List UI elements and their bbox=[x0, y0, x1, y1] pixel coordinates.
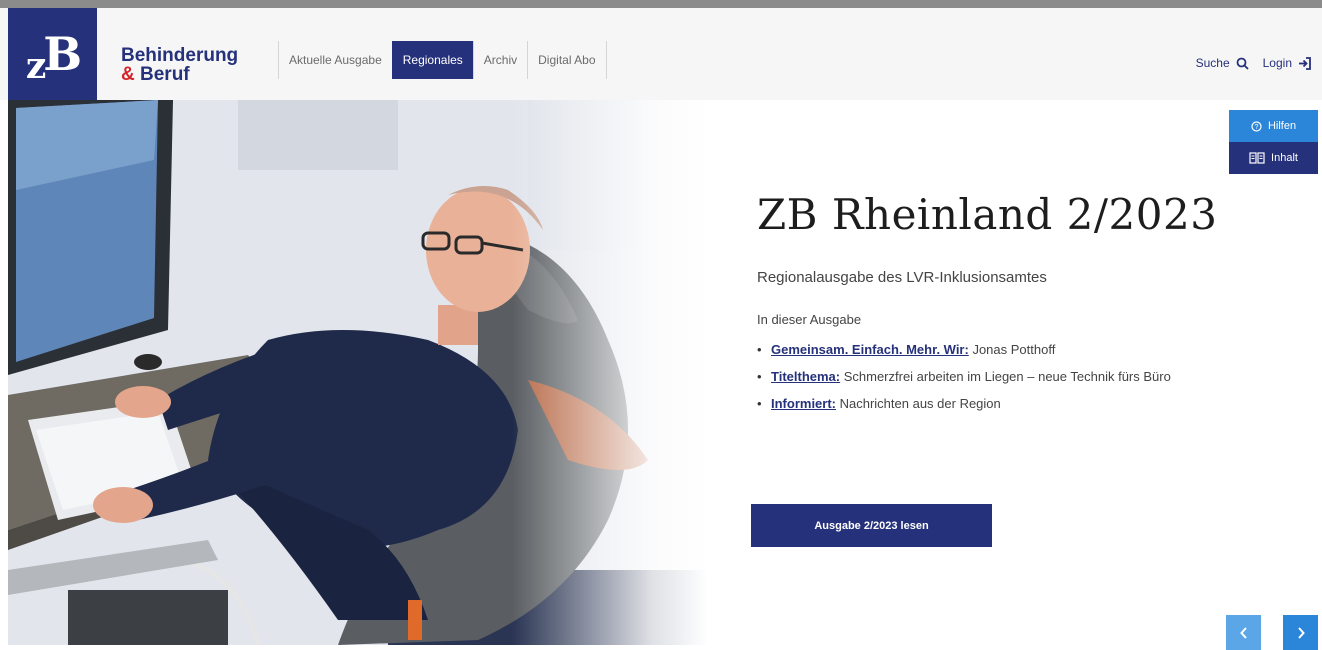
contents-link-gemeinsam[interactable]: Gemeinsam. Einfach. Mehr. Wir: bbox=[771, 342, 969, 357]
nav-item-archiv[interactable]: Archiv bbox=[472, 41, 527, 79]
issue-contents-list: Gemeinsam. Einfach. Mehr. Wir: Jonas Pot… bbox=[757, 341, 1237, 412]
search-button[interactable]: Suche bbox=[1196, 56, 1249, 70]
book-icon bbox=[1249, 152, 1265, 164]
contents-link-informiert[interactable]: Informiert: bbox=[771, 396, 836, 411]
nav-item-regionales[interactable]: Regionales bbox=[391, 41, 473, 79]
hilfen-button[interactable]: ? Hilfen bbox=[1229, 110, 1318, 142]
top-rule bbox=[0, 0, 1322, 8]
logo-text: zB bbox=[25, 27, 82, 87]
list-item: Titelthema: Schmerzfrei arbeiten im Lieg… bbox=[757, 368, 1207, 385]
read-issue-button[interactable]: Ausgabe 2/2023 lesen bbox=[751, 504, 992, 547]
brand-line-2: & Beruf bbox=[121, 65, 238, 84]
zb-logo[interactable]: zB bbox=[8, 8, 97, 100]
chevron-right-icon bbox=[1297, 626, 1305, 639]
header-tools: Suche Login bbox=[1196, 56, 1312, 70]
inhalt-label: Inhalt bbox=[1271, 152, 1298, 164]
list-item: Gemeinsam. Einfach. Mehr. Wir: Jonas Pot… bbox=[757, 341, 1207, 358]
list-item: Informiert: Nachrichten aus der Region bbox=[757, 395, 1207, 412]
login-icon bbox=[1299, 56, 1311, 70]
nav-item-aktuelle-ausgabe[interactable]: Aktuelle Ausgabe bbox=[278, 41, 392, 79]
list-item-text: Jonas Potthoff bbox=[968, 342, 1056, 357]
chevron-left-icon bbox=[1239, 626, 1247, 639]
contents-link-titelthema[interactable]: Titelthema: bbox=[771, 369, 840, 384]
hero-photo-fade bbox=[8, 100, 708, 645]
brand-line-1: Behinderung bbox=[121, 45, 239, 66]
list-item-text: Schmerzfrei arbeiten im Liegen – neue Te… bbox=[840, 369, 1171, 384]
nav-item-digital-abo[interactable]: Digital Abo bbox=[527, 41, 607, 79]
issue-title: ZB Rheinland 2/2023 bbox=[757, 190, 1218, 239]
hilfen-label: Hilfen bbox=[1267, 120, 1297, 132]
issue-subtitle: Regionalausgabe des LVR-Inklusionsamtes bbox=[757, 269, 1047, 286]
hero-section: ZB Rheinland 2/2023 Regionalausgabe des … bbox=[8, 100, 1322, 645]
carousel-next-button[interactable] bbox=[1283, 615, 1318, 650]
help-icon: ? bbox=[1251, 120, 1262, 132]
search-label: Suche bbox=[1195, 56, 1230, 70]
issue-teaser: ZB Rheinland 2/2023 Regionalausgabe des … bbox=[757, 190, 1237, 422]
brand-line-2-text: Beruf bbox=[134, 64, 190, 85]
site-header: Behinderung & Beruf Aktuelle Ausgabe Reg… bbox=[0, 8, 1322, 100]
login-button[interactable]: Login bbox=[1263, 56, 1312, 70]
login-label: Login bbox=[1262, 56, 1292, 70]
hero-photo bbox=[8, 100, 708, 645]
carousel-prev-button[interactable] bbox=[1226, 615, 1261, 650]
brand-ampersand: & bbox=[121, 64, 135, 85]
brand-wordmark[interactable]: Behinderung & Beruf bbox=[121, 46, 238, 84]
main-nav: Aktuelle Ausgabe Regionales Archiv Digit… bbox=[278, 41, 607, 79]
inhalt-button[interactable]: Inhalt bbox=[1229, 142, 1318, 174]
issue-contents-heading: In dieser Ausgabe bbox=[757, 312, 862, 327]
list-item-text: Nachrichten aus der Region bbox=[836, 396, 1001, 411]
svg-text:?: ? bbox=[1254, 124, 1258, 131]
search-icon bbox=[1236, 57, 1249, 70]
